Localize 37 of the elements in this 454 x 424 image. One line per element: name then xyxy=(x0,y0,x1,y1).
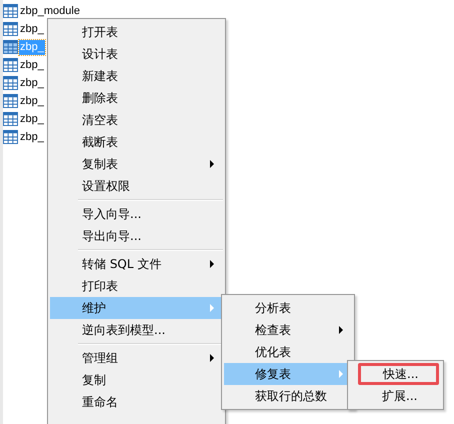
menu-item[interactable]: 清空表 xyxy=(50,109,223,131)
table-name[interactable]: zbp_ xyxy=(19,112,45,126)
menu-item[interactable]: 优化表 xyxy=(224,341,352,363)
menu-item[interactable]: 管理组 xyxy=(50,347,223,369)
menu-item[interactable]: 重命名 xyxy=(50,391,223,413)
table-name[interactable]: zbp_ xyxy=(19,76,45,90)
menu-item[interactable]: 打印表 xyxy=(50,275,223,297)
table-name[interactable]: zbp_ xyxy=(19,58,45,72)
menu-item[interactable]: 扩展... xyxy=(350,385,441,407)
menu-item[interactable]: 逆向表到模型... xyxy=(50,319,223,341)
table-name[interactable]: zbp_module xyxy=(19,4,81,18)
menu-item[interactable]: 分析表 xyxy=(224,297,352,319)
menu-item[interactable]: 导出向导... xyxy=(50,225,223,247)
menu-item[interactable]: 检查表 xyxy=(224,319,352,341)
menu-item[interactable]: 删除表 xyxy=(50,87,223,109)
menu-item[interactable]: 快速... xyxy=(358,363,439,385)
menu-item[interactable]: 维护 xyxy=(50,297,223,319)
table-name[interactable]: zbp_ xyxy=(19,94,45,108)
menu-item[interactable]: 设置权限 xyxy=(50,175,223,197)
table-icon xyxy=(3,76,18,90)
menu-item[interactable]: 设计表 xyxy=(50,43,223,65)
table-icon xyxy=(3,130,18,144)
menu-item[interactable]: 转储 SQL 文件 xyxy=(50,253,223,275)
menu-item[interactable]: 打开表 xyxy=(50,21,223,43)
menu-item[interactable]: 导入向导... xyxy=(50,203,223,225)
table-icon xyxy=(3,112,18,126)
table-icon xyxy=(3,4,18,18)
table-icon xyxy=(3,94,18,108)
table-icon xyxy=(3,58,18,72)
table-icon xyxy=(3,40,18,54)
menu-item[interactable]: 复制 xyxy=(50,369,223,391)
table-name[interactable]: zbp_ xyxy=(19,130,45,144)
menu-item[interactable]: 截断表 xyxy=(50,131,223,153)
table-icon xyxy=(3,22,18,36)
table-name[interactable]: zbp_ xyxy=(19,22,45,36)
menu-item[interactable]: 复制表 xyxy=(50,153,223,175)
menu-item[interactable]: 新建表 xyxy=(50,65,223,87)
